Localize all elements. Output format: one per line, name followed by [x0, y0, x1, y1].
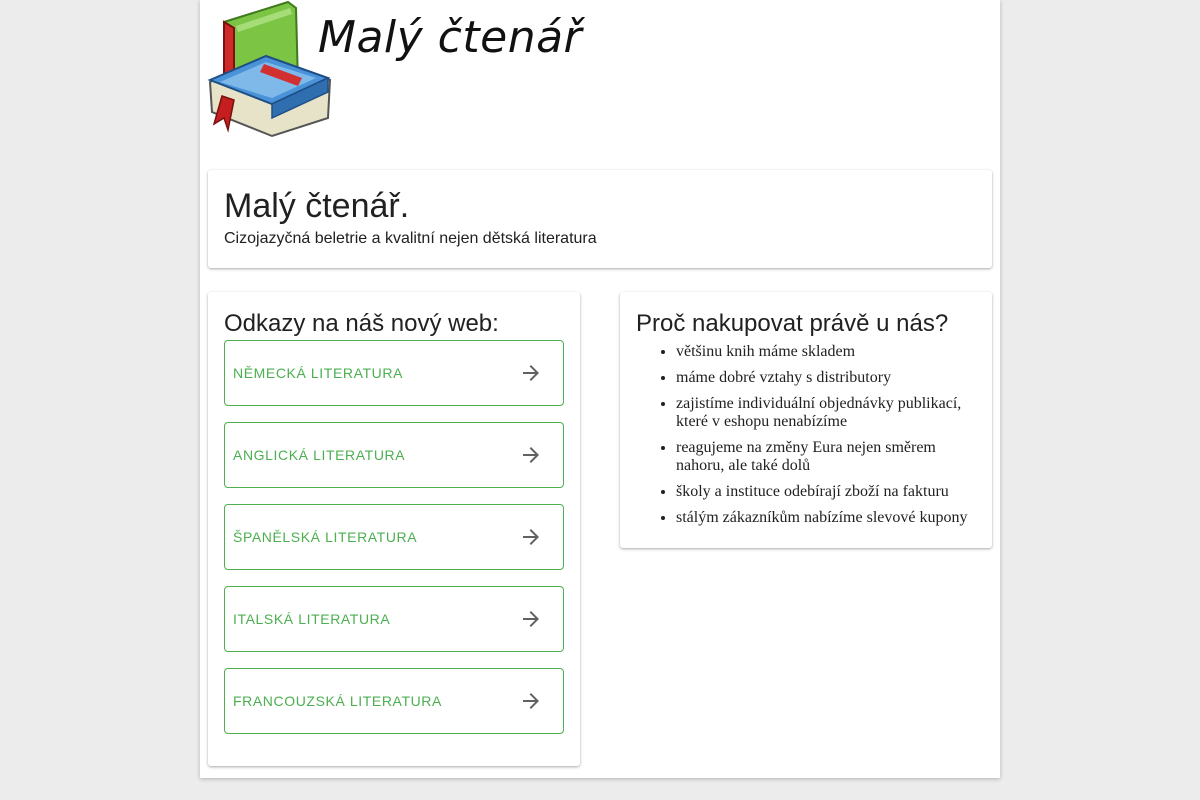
page-subtitle: Cizojazyčná beletrie a kvalitní nejen dě… [224, 230, 597, 247]
link-label: Francouzská literatura [233, 693, 442, 709]
arrow-right-icon [523, 365, 539, 381]
arrow-right-icon [523, 529, 539, 545]
link-list: Německá literatura Anglická literatura Š… [224, 340, 564, 734]
link-spanish-literature[interactable]: Španělská literatura [224, 504, 564, 570]
page-title: Malý čtenář. [224, 187, 410, 225]
header-card: Malý čtenář. Cizojazyčná beletrie a kval… [208, 170, 992, 268]
logo-text: Malý čtenář [318, 12, 583, 63]
link-label: Italská literatura [233, 611, 391, 627]
link-label: Španělská literatura [233, 529, 418, 545]
link-german-literature[interactable]: Německá literatura [224, 340, 564, 406]
page-container: Malý čtenář Malý čtenář. Cizojazyčná bel… [200, 0, 1000, 778]
why-us-list: většinu knih máme skladem máme dobré vzt… [636, 343, 976, 527]
why-us-heading: Proč nakupovat právě u nás? [636, 310, 949, 337]
arrow-right-icon [523, 447, 539, 463]
link-label: Anglická literatura [233, 447, 406, 463]
list-item: školy a instituce odebírají zboží na fak… [676, 483, 976, 501]
list-item: zajistíme individuální objednávky publik… [676, 395, 976, 431]
link-french-literature[interactable]: Francouzská literatura [224, 668, 564, 734]
why-us-card: Proč nakupovat právě u nás? většinu knih… [620, 292, 992, 548]
arrow-right-icon [523, 693, 539, 709]
link-english-literature[interactable]: Anglická literatura [224, 422, 564, 488]
list-item: stálým zákazníkům nabízíme slevové kupon… [676, 509, 976, 527]
list-item: máme dobré vztahy s distributory [676, 369, 976, 387]
arrow-right-icon [523, 611, 539, 627]
links-card: Odkazy na náš nový web: Německá literatu… [208, 292, 580, 766]
list-item: reagujeme na změny Eura nejen směrem nah… [676, 439, 976, 475]
site-logo[interactable]: Malý čtenář [206, 0, 586, 142]
list-item: většinu knih máme skladem [676, 343, 976, 361]
link-label: Německá literatura [233, 365, 404, 381]
links-heading: Odkazy na náš nový web: [224, 310, 499, 337]
link-italian-literature[interactable]: Italská literatura [224, 586, 564, 652]
